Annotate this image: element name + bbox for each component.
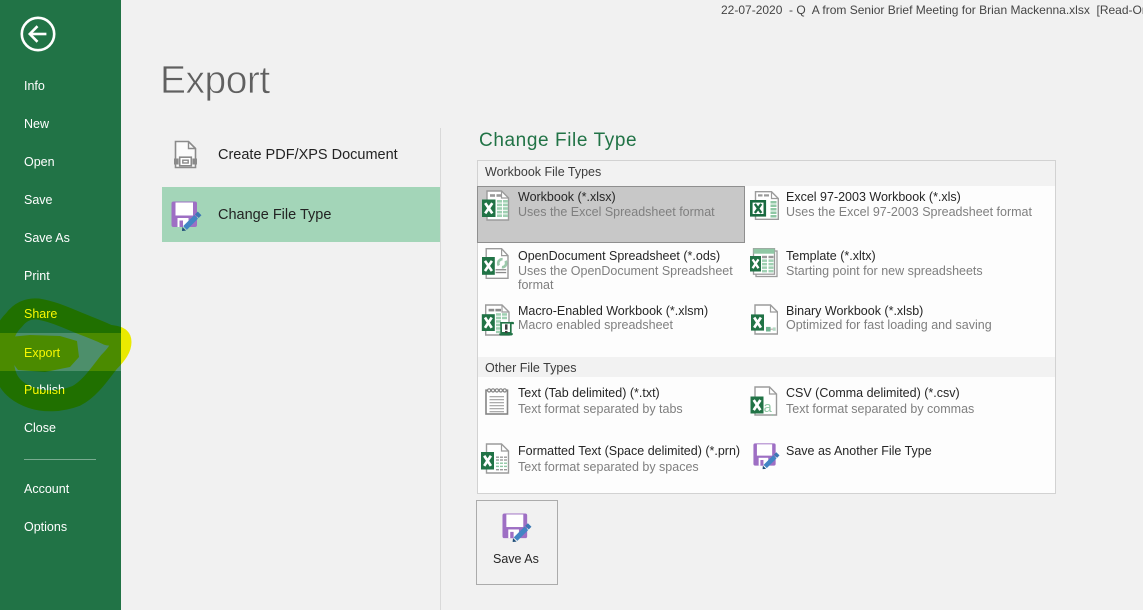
svg-text:,: , (771, 405, 774, 417)
